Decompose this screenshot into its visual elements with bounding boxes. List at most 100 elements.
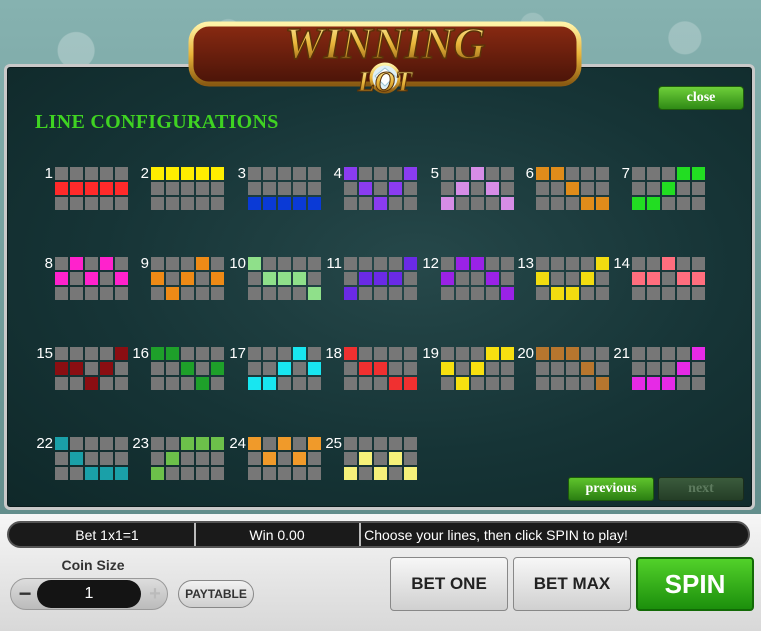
payline-cell <box>211 467 224 480</box>
payline-cell <box>166 197 179 210</box>
payline-cell <box>308 272 321 285</box>
payline-cell <box>181 467 194 480</box>
payline-cell <box>677 362 690 375</box>
payline-cell <box>196 452 209 465</box>
payline-cell <box>196 167 209 180</box>
payline-cell <box>501 287 514 300</box>
payline-cell <box>85 197 98 210</box>
payline-cell <box>196 362 209 375</box>
payline-grid <box>248 257 321 300</box>
payline-cell <box>596 167 609 180</box>
payline-cell <box>85 362 98 375</box>
coin-size-label: Coin Size <box>61 557 125 573</box>
payline-cell <box>692 197 705 210</box>
payline-cell <box>263 347 276 360</box>
payline-cell <box>166 182 179 195</box>
payline-cell <box>115 467 128 480</box>
payline-cell <box>471 287 484 300</box>
coin-increase-button: + <box>149 582 161 605</box>
payline-cell <box>181 197 194 210</box>
bet-status: Bet 1x1=1 <box>75 526 139 543</box>
close-button[interactable]: close <box>658 86 744 110</box>
payline-cell <box>344 467 357 480</box>
payline-cell <box>181 377 194 390</box>
payline-cell <box>181 257 194 270</box>
payline-cell <box>344 437 357 450</box>
payline-cell <box>596 257 609 270</box>
payline-cell <box>100 347 113 360</box>
line-number: 8 <box>44 255 53 272</box>
payline-cell <box>471 257 484 270</box>
payline-cell <box>566 197 579 210</box>
payline-grid <box>344 167 417 210</box>
game-logo: WINNING LOT <box>185 6 585 99</box>
payline-grid <box>151 167 224 210</box>
status-divider <box>194 523 196 546</box>
payline-cell <box>151 467 164 480</box>
payline-grid <box>632 167 705 210</box>
payline-cell <box>278 437 291 450</box>
bet-one-button[interactable]: BET ONE <box>390 557 508 611</box>
payline-cell <box>389 287 402 300</box>
payline-cell <box>70 287 83 300</box>
payline-cell <box>389 377 402 390</box>
payline-cell <box>344 347 357 360</box>
payline-cell <box>456 272 469 285</box>
payline-cell <box>404 257 417 270</box>
payline-cell <box>677 377 690 390</box>
payline-cell <box>344 272 357 285</box>
payline-cell <box>278 272 291 285</box>
payline-cell <box>248 452 261 465</box>
payline-cell <box>404 167 417 180</box>
payline-grid <box>55 257 128 300</box>
payline-cell <box>196 347 209 360</box>
payline-cell <box>536 287 549 300</box>
bet-max-button[interactable]: BET MAX <box>513 557 631 611</box>
spin-button[interactable]: SPIN <box>636 557 754 611</box>
payline-grid <box>55 167 128 210</box>
payline-cell <box>181 167 194 180</box>
logo-text-2: LOT <box>357 67 414 98</box>
payline-cell <box>404 197 417 210</box>
payline-cell <box>374 182 387 195</box>
payline-cell <box>389 452 402 465</box>
payline-cell <box>581 167 594 180</box>
payline-cell <box>181 182 194 195</box>
payline-cell <box>278 182 291 195</box>
payline-cell <box>581 347 594 360</box>
payline-cell <box>55 197 68 210</box>
payline-cell <box>196 197 209 210</box>
payline-cell <box>181 287 194 300</box>
payline-cell <box>151 287 164 300</box>
payline-cell <box>359 197 372 210</box>
payline-cell <box>551 197 564 210</box>
previous-button[interactable]: previous <box>568 477 654 501</box>
payline-cell <box>166 257 179 270</box>
payline-cell <box>115 287 128 300</box>
payline-cell <box>263 287 276 300</box>
paytable-button[interactable]: PAYTABLE <box>178 580 254 608</box>
payline-cell <box>647 197 660 210</box>
payline-cell <box>662 272 675 285</box>
payline-cell <box>115 377 128 390</box>
payline-cell <box>647 347 660 360</box>
payline-cell <box>211 287 224 300</box>
line-number: 4 <box>333 165 342 182</box>
next-button: next <box>658 477 744 501</box>
payline-grid <box>248 347 321 390</box>
payline-cell <box>536 197 549 210</box>
payline-cell <box>677 347 690 360</box>
payline-cell <box>389 197 402 210</box>
payline-cell <box>389 347 402 360</box>
payline-cell <box>181 437 194 450</box>
payline-cell <box>70 347 83 360</box>
payline-cell <box>632 197 645 210</box>
payline-cell <box>471 362 484 375</box>
coin-decrease-button[interactable]: − <box>13 581 37 606</box>
line-number: 3 <box>237 165 246 182</box>
payline-cell <box>278 287 291 300</box>
payline-cell <box>486 362 499 375</box>
payline-cell <box>647 287 660 300</box>
line-number: 10 <box>229 255 246 272</box>
payline-cell <box>441 377 454 390</box>
